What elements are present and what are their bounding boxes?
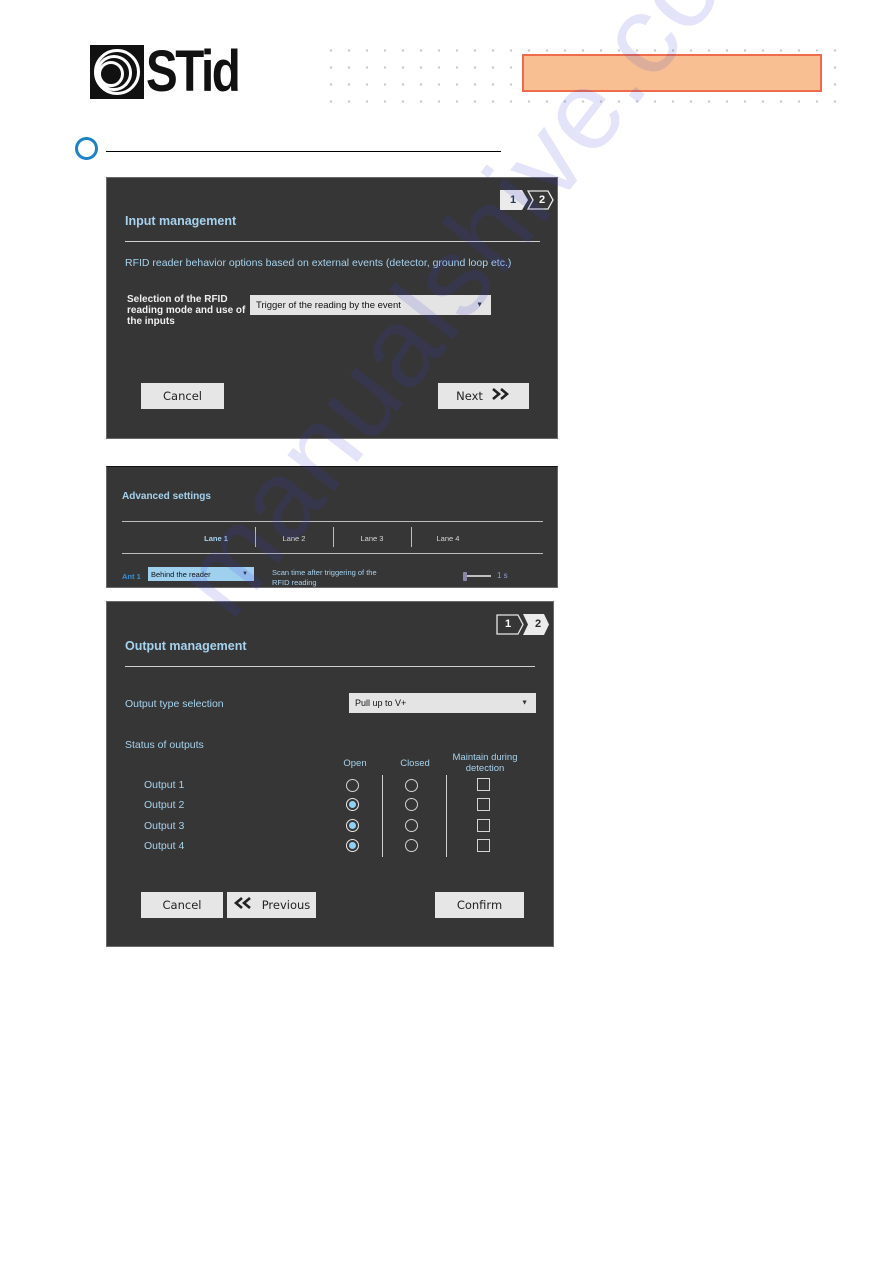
output-open-radio[interactable] — [346, 779, 359, 792]
confirm-button[interactable]: Confirm — [435, 892, 524, 918]
output-closed-radio[interactable] — [405, 839, 418, 852]
reading-mode-label-line: Selection of the RFID — [127, 294, 228, 305]
scan-time-value: 1 s — [497, 571, 508, 580]
chevron-down-icon: ▼ — [242, 571, 248, 577]
tab-lane-3[interactable]: Lane 3 — [337, 534, 407, 543]
output-type-select-value: Pull up to V+ — [355, 698, 407, 708]
output-open-radio[interactable] — [346, 819, 359, 832]
output-maintain-checkbox[interactable] — [477, 798, 490, 811]
output-maintain-checkbox[interactable] — [477, 778, 490, 791]
section-heading-rule — [106, 151, 501, 152]
column-closed-header: Closed — [400, 758, 430, 769]
output-maintain-checkbox[interactable] — [477, 839, 490, 852]
output-row-label: Output 2 — [144, 799, 185, 811]
lane-separator — [255, 527, 256, 547]
column-maintain-header: Maintain during detection — [443, 752, 527, 774]
title-divider — [125, 666, 535, 667]
slider-track — [463, 575, 491, 577]
advanced-lane-divider — [122, 553, 543, 554]
cancel-button[interactable]: Cancel — [141, 892, 223, 918]
output-management-title: Output management — [125, 639, 247, 653]
reading-mode-select-value: Trigger of the reading by the event — [256, 299, 401, 311]
reading-mode-label-line: reading mode and use of — [127, 305, 246, 316]
output-row-label: Output 3 — [144, 820, 185, 832]
output-row-label: Output 4 — [144, 840, 185, 852]
scan-time-label-line: RFID reading — [272, 578, 317, 587]
previous-button[interactable]: Previous — [227, 892, 316, 918]
tab-lane-2[interactable]: Lane 2 — [259, 534, 329, 543]
output-type-select[interactable]: Pull up to V+ ▼ — [349, 693, 536, 713]
scan-time-label-line: Scan time after triggering of the — [272, 568, 377, 577]
step-2-number: 2 — [538, 194, 546, 206]
chevron-down-icon: ▼ — [476, 301, 483, 309]
antenna-position-select[interactable]: Behind the reader ▼ — [148, 567, 254, 581]
stid-concentric-circles-logo-icon — [90, 45, 144, 99]
status-of-outputs-label: Status of outputs — [125, 739, 204, 751]
next-button-label: Next — [456, 389, 483, 403]
step-1[interactable]: 1 — [496, 614, 524, 635]
cancel-button[interactable]: Cancel — [141, 383, 224, 409]
reading-mode-label-line: the inputs — [127, 316, 175, 327]
next-button[interactable]: Next — [438, 383, 529, 409]
cancel-button-label: Cancel — [163, 389, 202, 403]
header-banner-box — [522, 54, 822, 92]
advanced-settings-title: Advanced settings — [122, 491, 211, 502]
step-1-number: 1 — [509, 194, 517, 206]
output-open-radio[interactable] — [346, 798, 359, 811]
reading-mode-select[interactable]: Trigger of the reading by the event ▼ — [250, 295, 491, 315]
step-1[interactable]: 1 — [500, 190, 528, 210]
chevron-down-icon: ▼ — [521, 699, 528, 707]
step-1-number: 1 — [504, 618, 512, 630]
scan-time-label: Scan time after triggering of the RFID r… — [272, 568, 377, 588]
output-closed-radio[interactable] — [405, 798, 418, 811]
lane-separator — [411, 527, 412, 547]
output-type-label: Output type selection — [125, 698, 224, 710]
step-indicator: 1 2 — [496, 614, 549, 635]
output-open-radio[interactable] — [346, 839, 359, 852]
previous-button-label: Previous — [261, 898, 311, 912]
antenna-label: Ant 1 — [122, 572, 141, 581]
input-management-panel: 1 2 Input management RFID reader behavio… — [106, 177, 558, 439]
column-separator — [446, 775, 447, 857]
output-closed-radio[interactable] — [405, 779, 418, 792]
slider-thumb[interactable] — [463, 572, 467, 581]
step-2[interactable]: 2 — [523, 614, 549, 635]
step-indicator: 1 2 — [500, 190, 554, 210]
advanced-settings-panel: Advanced settings Lane 1 Lane 2 Lane 3 L… — [106, 466, 558, 588]
confirm-button-label: Confirm — [456, 898, 503, 912]
step-2[interactable]: 2 — [527, 190, 554, 210]
column-open-header: Open — [343, 758, 367, 769]
column-maintain-header-line: Maintain during — [452, 752, 518, 763]
double-chevron-right-icon — [491, 388, 511, 404]
column-maintain-header-line: detection — [465, 763, 505, 774]
double-chevron-left-icon — [233, 897, 253, 913]
stid-logo: STid — [90, 39, 266, 104]
tab-lane-4[interactable]: Lane 4 — [413, 534, 483, 543]
input-description: RFID reader behavior options based on ex… — [125, 257, 512, 269]
brand-name: STid — [146, 39, 241, 104]
scan-time-slider[interactable] — [463, 572, 493, 581]
output-management-panel: 1 2 Output management Output type select… — [106, 601, 554, 947]
advanced-top-divider — [122, 521, 543, 522]
reading-mode-label: Selection of the RFID reading mode and u… — [127, 294, 245, 327]
column-separator — [382, 775, 383, 857]
input-management-title: Input management — [125, 214, 237, 228]
antenna-position-select-value: Behind the reader — [151, 569, 211, 579]
output-closed-radio[interactable] — [405, 819, 418, 832]
cancel-button-label: Cancel — [162, 898, 202, 912]
title-divider — [125, 241, 540, 242]
lane-separator — [333, 527, 334, 547]
output-maintain-checkbox[interactable] — [477, 819, 490, 832]
step-2-number: 2 — [534, 618, 542, 630]
output-row-label: Output 1 — [144, 779, 185, 791]
section-bullet-icon — [75, 137, 98, 160]
tab-lane-1[interactable]: Lane 1 — [181, 534, 251, 543]
